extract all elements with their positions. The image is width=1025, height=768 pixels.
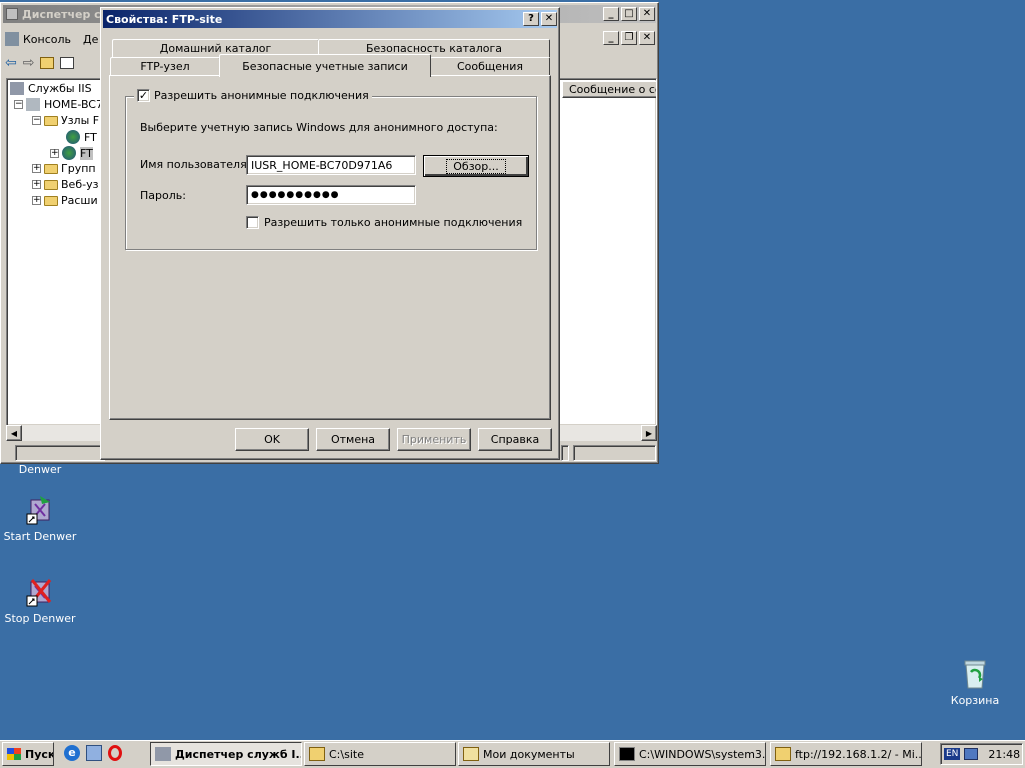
tree-item-ftp-2[interactable]: + FT xyxy=(50,146,93,160)
apply-button[interactable]: Применить xyxy=(397,428,471,451)
tree-item-ext[interactable]: + Расши xyxy=(32,194,98,207)
toolbar: ⇦ ⇨ xyxy=(5,53,105,73)
dialog-title: Свойства: FTP-site xyxy=(106,12,223,26)
task-site-folder[interactable]: C:\site xyxy=(304,742,456,766)
back-arrow-icon[interactable]: ⇦ xyxy=(5,55,17,71)
child-restore-button[interactable]: ❐ xyxy=(621,31,637,45)
only-anonymous-row[interactable]: Разрешить только анонимные подключения xyxy=(246,216,522,229)
task-my-documents[interactable]: Мои документы xyxy=(458,742,610,766)
ie-icon[interactable]: e xyxy=(64,745,80,761)
list-pane[interactable]: Сообщение о сос xyxy=(557,78,657,426)
clock[interactable]: 21:48 xyxy=(988,748,1020,761)
expand-icon[interactable]: + xyxy=(32,180,41,189)
minimize-button[interactable]: _ xyxy=(603,7,619,21)
expand-icon[interactable]: + xyxy=(50,148,59,158)
iis-app-icon xyxy=(155,747,171,761)
menu-action[interactable]: Де xyxy=(83,33,98,46)
status-bar-left xyxy=(15,445,105,461)
properties-dialog[interactable]: Свойства: FTP-site ? ✕ Домашний каталог … xyxy=(100,7,560,460)
maximize-button[interactable]: □ xyxy=(621,7,637,21)
child-minimize-button[interactable]: _ xyxy=(603,31,619,45)
tree-item-home[interactable]: − HOME-BC7 xyxy=(14,98,103,111)
tab-panel: ✓ Разрешить анонимные подключения Выбери… xyxy=(109,75,551,420)
scroll-right-button[interactable]: ▶ xyxy=(641,425,657,441)
language-indicator[interactable]: EN xyxy=(944,748,961,760)
expand-icon[interactable]: + xyxy=(32,164,41,173)
system-tray: EN 21:48 xyxy=(940,743,1023,765)
only-anonymous-checkbox[interactable] xyxy=(246,216,259,229)
network-icon[interactable] xyxy=(964,748,979,760)
task-ftp-explorer[interactable]: ftp://192.168.1.2/ - Mi... xyxy=(770,742,922,766)
close-icon[interactable]: ✕ xyxy=(541,12,557,26)
quick-launch: e xyxy=(64,745,122,761)
close-button[interactable]: ✕ xyxy=(639,7,655,21)
ftp-site-icon xyxy=(66,130,80,144)
folder-icon xyxy=(44,163,58,174)
menu-console[interactable]: Консоль xyxy=(23,33,71,46)
ftp-folder-icon xyxy=(775,747,791,761)
desktop-icon-recycle-bin[interactable]: Корзина xyxy=(935,658,1015,707)
console-icon xyxy=(5,32,19,46)
username-input[interactable]: IUSR_HOME-BC70D971A6 xyxy=(246,155,416,175)
task-cmd[interactable]: C:\WINDOWS\system3... xyxy=(614,742,766,766)
allow-anonymous-checkbox[interactable]: ✓ xyxy=(137,89,150,102)
forward-arrow-icon[interactable]: ⇨ xyxy=(23,55,35,71)
tree-item-ftp-1[interactable]: FT xyxy=(66,130,97,144)
tree-pane[interactable]: Службы IIS − HOME-BC7 − Узлы F FT + FT +… xyxy=(6,78,106,426)
show-tree-icon[interactable] xyxy=(60,57,75,69)
dialog-titlebar[interactable]: Свойства: FTP-site xyxy=(103,10,557,28)
list-column-header[interactable]: Сообщение о сос xyxy=(562,81,656,98)
menu-bar: Консоль Де xyxy=(5,29,105,49)
tab-ftp-site[interactable]: FTP-узел xyxy=(110,57,220,75)
desktop-icon-stop-denwer[interactable]: Stop Denwer xyxy=(0,576,80,625)
folder-icon xyxy=(44,195,58,206)
collapse-icon[interactable]: − xyxy=(32,116,41,125)
username-label: Имя пользователя: xyxy=(140,158,251,171)
allow-anonymous-row[interactable]: ✓ Разрешить анонимные подключения xyxy=(134,89,372,102)
tree-item-groups[interactable]: + Групп xyxy=(32,162,96,175)
help-icon[interactable]: ? xyxy=(523,12,539,26)
opera-icon[interactable] xyxy=(108,745,122,761)
password-input[interactable]: ●●●●●●●●●● xyxy=(246,185,416,205)
child-close-button[interactable]: ✕ xyxy=(639,31,655,45)
tab-messages[interactable]: Сообщения xyxy=(430,57,550,75)
browse-button[interactable]: Обзор... xyxy=(423,155,529,177)
password-label: Пароль: xyxy=(140,189,186,202)
iis-services-icon xyxy=(10,82,24,95)
up-folder-icon[interactable] xyxy=(40,57,55,69)
iis-manager-title: Диспетчер с xyxy=(22,7,101,21)
tab-security-accounts[interactable]: Безопасные учетные записи xyxy=(219,54,431,77)
scroll-left-button[interactable]: ◀ xyxy=(6,425,22,441)
tree-item-web[interactable]: + Веб-уз xyxy=(32,178,98,191)
desktop-icon-denwer[interactable]: Denwer xyxy=(0,463,80,476)
folder-icon xyxy=(309,747,325,761)
windows-logo-icon xyxy=(7,748,21,760)
help-button[interactable]: Справка xyxy=(478,428,552,451)
my-documents-icon xyxy=(463,747,479,761)
collapse-icon[interactable]: − xyxy=(14,100,23,109)
expand-icon[interactable]: + xyxy=(32,196,41,205)
folder-icon xyxy=(44,115,58,126)
tree-item-iis[interactable]: Службы IIS xyxy=(10,82,92,95)
computer-icon xyxy=(26,98,40,111)
ok-button[interactable]: OK xyxy=(235,428,309,451)
recycle-bin-icon xyxy=(959,658,991,690)
status-bar-mid xyxy=(561,445,569,461)
cancel-button[interactable]: Отмена xyxy=(316,428,390,451)
show-desktop-icon[interactable] xyxy=(86,745,102,761)
console-icon xyxy=(619,747,635,761)
desktop-icon-start-denwer[interactable]: Start Denwer xyxy=(0,494,80,543)
task-iis-manager[interactable]: Диспетчер служб I... xyxy=(150,742,302,766)
ftp-site-icon xyxy=(62,146,76,160)
iis-app-icon xyxy=(6,8,18,20)
choose-account-text: Выберите учетную запись Windows для анон… xyxy=(140,121,498,134)
folder-icon xyxy=(44,179,58,190)
stop-denwer-icon xyxy=(24,576,56,608)
start-denwer-icon xyxy=(24,494,56,526)
tree-item-ftp-sites[interactable]: − Узлы F xyxy=(32,114,99,127)
only-anonymous-label: Разрешить только анонимные подключения xyxy=(264,216,523,229)
allow-anonymous-label: Разрешить анонимные подключения xyxy=(154,89,369,102)
start-button[interactable]: Пуск xyxy=(2,742,54,766)
status-bar-right xyxy=(573,445,656,461)
